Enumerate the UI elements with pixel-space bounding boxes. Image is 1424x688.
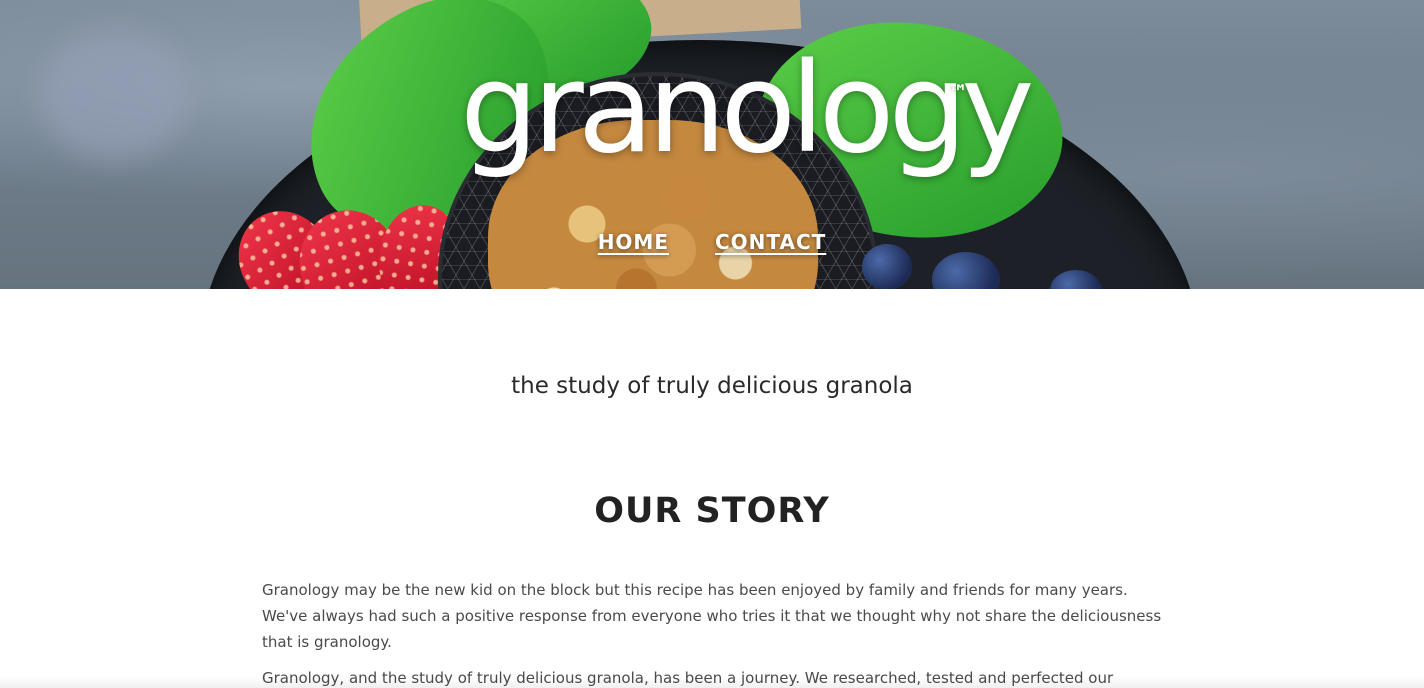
main-content: the study of truly delicious granola OUR… bbox=[262, 369, 1162, 688]
nav-home-link[interactable]: HOME bbox=[598, 230, 669, 254]
nav-contact-link[interactable]: CONTACT bbox=[715, 230, 826, 254]
story-heading: OUR STORY bbox=[594, 491, 830, 531]
tagline: the study of truly delicious granola bbox=[511, 373, 913, 399]
site-logo[interactable]: granology bbox=[460, 44, 1035, 174]
story-section: Granology may be the new kid on the bloc… bbox=[262, 577, 1162, 688]
main-nav: HOME CONTACT bbox=[0, 230, 1424, 254]
story-paragraph: Granology may be the new kid on the bloc… bbox=[262, 581, 1162, 651]
background-blur bbox=[40, 30, 190, 160]
bottom-shadow bbox=[0, 676, 1424, 688]
hero-banner: granology ™ HOME CONTACT bbox=[0, 0, 1424, 289]
trademark-symbol: ™ bbox=[948, 80, 968, 104]
